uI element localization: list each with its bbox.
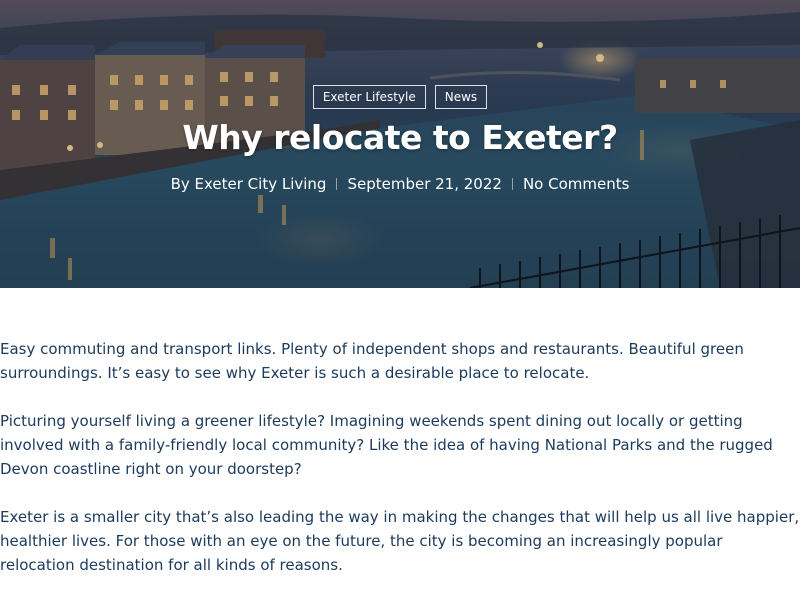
tag-exeter-lifestyle[interactable]: Exeter Lifestyle	[312, 85, 426, 109]
post-meta: By Exeter City Living September 21, 2022…	[0, 175, 800, 193]
article-body: Easy commuting and transport links. Plen…	[0, 337, 800, 601]
hero-banner: Exeter Lifestyle News Why relocate to Ex…	[0, 0, 800, 288]
meta-divider	[511, 178, 513, 190]
author-link[interactable]: By Exeter City Living	[171, 175, 327, 193]
article-paragraph: Exeter is a smaller city that’s also lea…	[0, 508, 800, 574]
post-date-link[interactable]: September 21, 2022	[347, 175, 501, 193]
post-title: Why relocate to Exeter?	[182, 118, 618, 157]
article-paragraph: Easy commuting and transport links. Plen…	[0, 340, 744, 382]
comments-link[interactable]: No Comments	[523, 175, 629, 193]
meta-divider	[336, 178, 338, 190]
category-tags: Exeter Lifestyle News	[0, 85, 800, 109]
tag-news[interactable]: News	[434, 85, 488, 109]
article-paragraph: Picturing yourself living a greener life…	[0, 412, 773, 478]
